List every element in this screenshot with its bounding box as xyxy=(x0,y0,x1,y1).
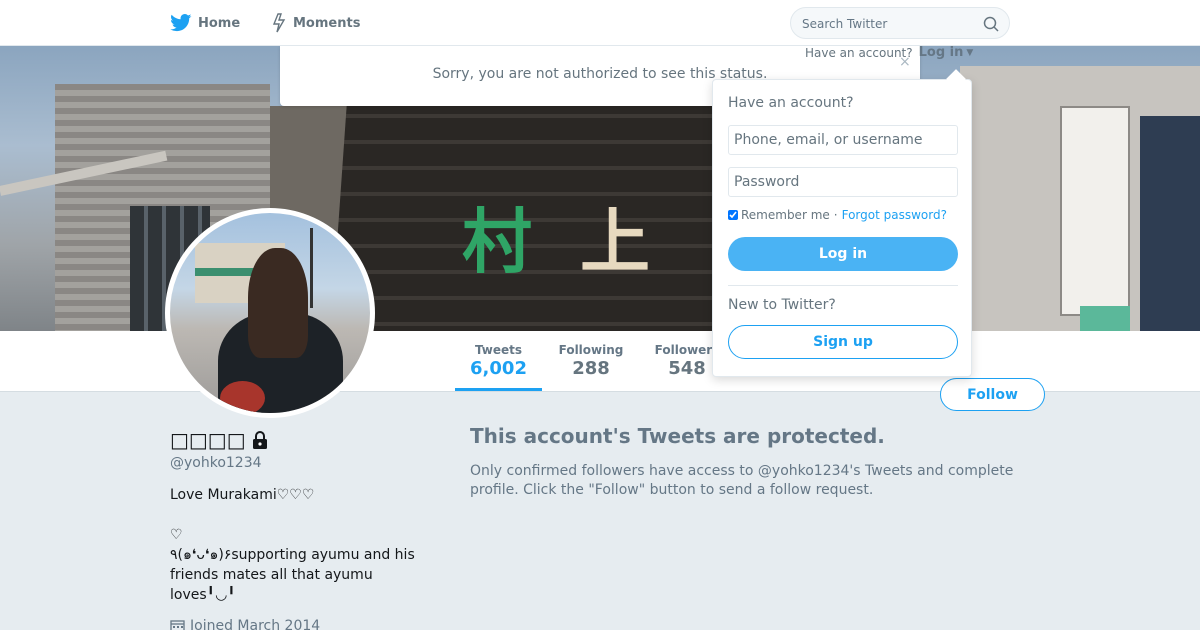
protected-text: Only confirmed followers have access to … xyxy=(470,463,1014,498)
stat-following[interactable]: Following 288 xyxy=(554,343,628,379)
forgot-password-link[interactable]: Forgot password? xyxy=(842,208,947,222)
nav-home[interactable]: Home xyxy=(170,12,240,34)
protected-title: This account's Tweets are protected. xyxy=(470,424,885,448)
signup-button[interactable]: Sign up xyxy=(728,325,958,359)
caret-down-icon[interactable]: ▼ xyxy=(966,48,973,58)
avatar-person-hair xyxy=(248,248,308,358)
stat-label: Following xyxy=(558,343,624,357)
banner-sign-char: 村 xyxy=(462,200,532,283)
login-dropdown: Have an account? Remember me · Forgot pa… xyxy=(712,69,972,377)
profile-bio: Love Murakami♡♡♡ ♡ ٩(๑❛ᴗ❛๑)۶supporting a… xyxy=(170,487,415,603)
search-input[interactable] xyxy=(802,15,972,32)
remember-row: Remember me · Forgot password? xyxy=(728,208,947,222)
profile-joined: Joined March 2014 xyxy=(170,618,320,630)
joined-text: Joined March 2014 xyxy=(190,618,321,630)
avatar-lamp-post xyxy=(310,228,313,308)
avatar[interactable] xyxy=(165,208,375,418)
remember-checkbox[interactable] xyxy=(728,210,738,220)
stat-tweets[interactable]: Tweets 6,002 xyxy=(455,343,542,379)
profile-handle[interactable]: @yohko1234 xyxy=(170,455,262,471)
password-input[interactable] xyxy=(728,167,958,197)
search-icon[interactable] xyxy=(983,16,999,32)
divider xyxy=(728,285,958,286)
banner-sign xyxy=(1080,306,1130,331)
stat-label: Tweets xyxy=(474,343,523,357)
nav-moments[interactable]: Moments xyxy=(271,12,360,34)
follow-button[interactable]: Follow xyxy=(940,378,1045,411)
profile-fullname: □□□□ xyxy=(170,428,268,452)
new-to-twitter-label: New to Twitter? xyxy=(728,297,836,313)
login-link[interactable]: Log in xyxy=(919,45,964,60)
avatar-bag xyxy=(220,381,265,413)
stat-value: 6,002 xyxy=(470,358,527,379)
top-navigation-bar: Home Moments xyxy=(0,0,1200,46)
lock-icon xyxy=(252,431,267,449)
nav-home-label: Home xyxy=(198,15,241,31)
separator-dot: · xyxy=(833,208,838,222)
banner-sign xyxy=(1060,106,1130,316)
bird-icon xyxy=(170,14,192,32)
banner-building xyxy=(1140,116,1200,331)
nav-moments-label: Moments xyxy=(293,15,361,31)
username-input[interactable] xyxy=(728,125,958,155)
stat-value: 288 xyxy=(572,358,610,379)
lightning-icon xyxy=(272,13,286,33)
login-prompt-text: Have an account? xyxy=(805,45,913,60)
login-prompt: Have an account? Log in ▼ xyxy=(805,45,973,60)
calendar-icon xyxy=(170,620,185,630)
active-tab-underline xyxy=(455,388,542,391)
remember-label[interactable]: Remember me xyxy=(741,208,830,222)
search-box[interactable] xyxy=(790,7,1010,39)
login-button[interactable]: Log in xyxy=(728,237,958,271)
dropdown-title: Have an account? xyxy=(728,95,854,111)
banner-sign-char: 上 xyxy=(580,200,650,283)
profile-name-text: □□□□ xyxy=(170,428,246,452)
